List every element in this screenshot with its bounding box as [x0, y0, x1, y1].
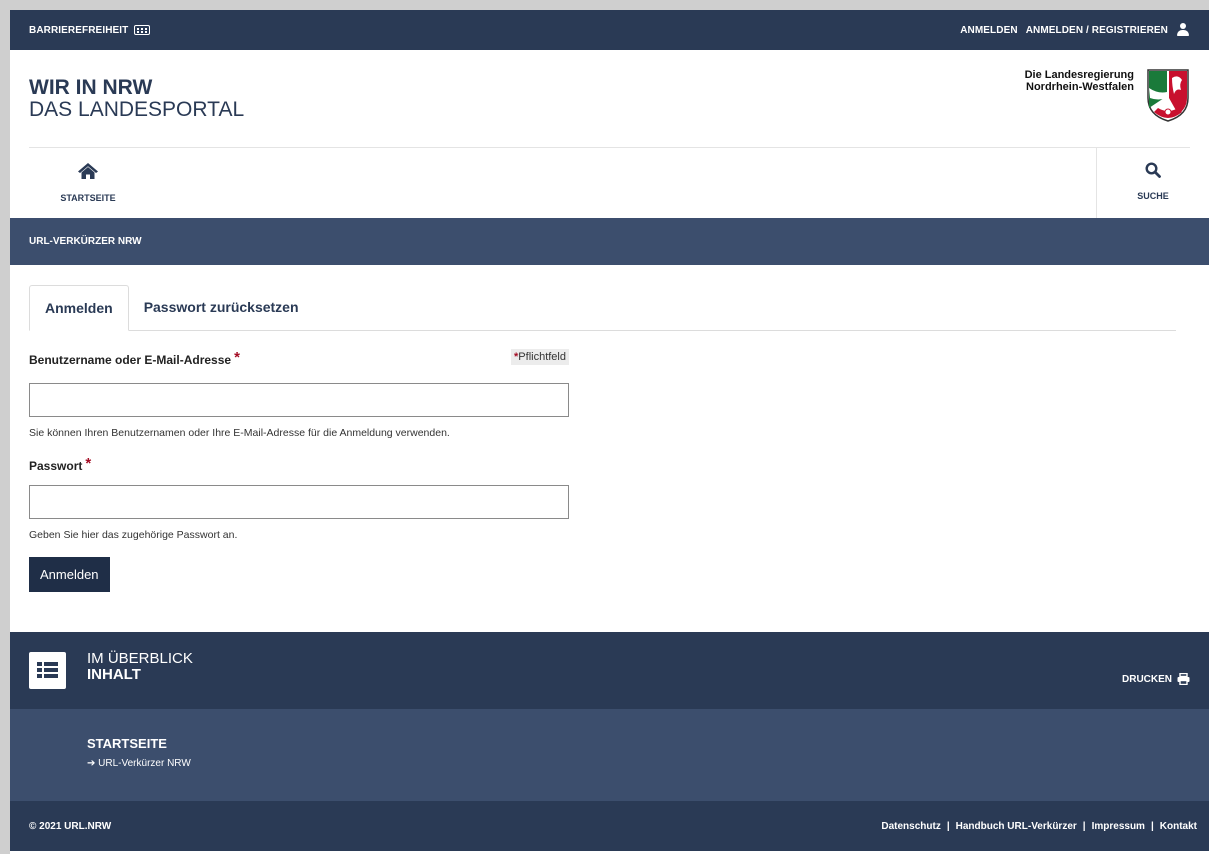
accessibility-label: BARRIEREFREIHEIT: [29, 24, 129, 36]
overview-bar: IM ÜBERBLICK INHALT DRUCKEN: [10, 632, 1209, 709]
overview-heading[interactable]: IM ÜBERBLICK INHALT: [87, 651, 193, 683]
home-icon: [78, 163, 98, 179]
tab-bar: Anmelden Passwort zurücksetzen: [29, 285, 1176, 331]
username-label: Benutzername oder E-Mail-Adresse: [29, 353, 232, 367]
government-logo[interactable]: Die Landesregierung Nordrhein-Westfalen: [1025, 68, 1190, 122]
login-button[interactable]: Anmelden: [29, 557, 110, 592]
printer-icon: [1177, 673, 1190, 685]
site-logo[interactable]: WIR IN NRW DAS LANDESPORTAL: [29, 77, 244, 121]
footer-link-impressum[interactable]: Impressum: [1092, 821, 1145, 832]
nav-home-label: STARTSEITE: [60, 193, 116, 203]
top-bar: BARRIEREFREIHEIT ANMELDEN ANMELDEN / REG…: [10, 10, 1209, 50]
nav-search[interactable]: SUCHE: [1096, 148, 1209, 218]
main-content: Anmelden Passwort zurücksetzen Benutzern…: [10, 265, 1209, 632]
tab-reset-password[interactable]: Passwort zurücksetzen: [129, 285, 314, 331]
footer-separator: |: [946, 820, 950, 832]
required-marker: *: [234, 349, 240, 366]
footer: © 2021 URL.NRW Datenschutz | Handbuch URL-…: [10, 801, 1209, 851]
username-input[interactable]: [29, 383, 569, 417]
breadcrumb: URL-VERKÜRZER NRW: [10, 218, 1209, 265]
footer-separator: |: [1082, 820, 1086, 832]
footer-link-handbuch[interactable]: Handbuch URL-Verkürzer: [956, 821, 1077, 832]
accessibility-link[interactable]: BARRIEREFREIHEIT: [29, 24, 151, 36]
print-label: DRUCKEN: [1122, 673, 1172, 685]
search-icon: [1145, 162, 1161, 178]
nrw-crest-icon: [1147, 69, 1189, 122]
brand-line1: WIR IN NRW: [29, 76, 153, 99]
arrow-right-icon: ➔: [87, 758, 96, 769]
site-header: WIR IN NRW DAS LANDESPORTAL Die Landesre…: [29, 50, 1190, 148]
sitemap: STARTSEITE ➔ URL-Verkürzer NRW: [10, 709, 1209, 801]
password-input[interactable]: [29, 485, 569, 519]
page: BARRIEREFREIHEIT ANMELDEN ANMELDEN / REG…: [10, 10, 1209, 854]
sitemap-item[interactable]: ➔ URL-Verkürzer NRW: [87, 758, 1209, 769]
required-note-text: Pflichtfeld: [518, 351, 566, 363]
overview-line1: IM ÜBERBLICK: [87, 650, 193, 667]
overview-line2: INHALT: [87, 666, 141, 683]
sitemap-item-label: URL-Verkürzer NRW: [98, 758, 191, 769]
footer-separator: |: [1150, 820, 1154, 832]
table-of-contents-icon[interactable]: [29, 652, 66, 689]
keyboard-icon: [134, 25, 151, 35]
copyright: © 2021 URL.NRW: [29, 820, 112, 832]
nav-home[interactable]: STARTSEITE: [38, 162, 138, 203]
login-register-link[interactable]: ANMELDEN / REGISTRIEREN: [1026, 25, 1168, 36]
footer-links: Datenschutz | Handbuch URL-Verkürzer | Impre…: [881, 821, 1197, 832]
footer-link-kontakt[interactable]: Kontakt: [1160, 821, 1197, 832]
login-form: Benutzername oder E-Mail-Adresse * *Pfli…: [29, 349, 569, 592]
password-label: Passwort: [29, 459, 83, 473]
print-button[interactable]: DRUCKEN: [1122, 673, 1190, 685]
required-note: *Pflichtfeld: [511, 349, 569, 365]
main-nav: STARTSEITE SUCHE: [10, 148, 1209, 218]
government-line2: Nordrhein-Westfalen: [1026, 81, 1134, 93]
breadcrumb-title: URL-VERKÜRZER NRW: [29, 236, 142, 247]
password-label-row: Passwort *: [29, 455, 569, 473]
sitemap-heading[interactable]: STARTSEITE: [87, 736, 1209, 751]
required-marker: *: [85, 455, 92, 472]
username-help: Sie können Ihren Benutzernamen oder Ihre…: [29, 427, 450, 439]
government-line1: Die Landesregierung: [1024, 69, 1134, 81]
username-label-row: Benutzername oder E-Mail-Adresse *: [29, 349, 569, 367]
brand-line2: DAS LANDESPORTAL: [29, 98, 245, 121]
tab-login[interactable]: Anmelden: [29, 285, 129, 331]
footer-link-datenschutz[interactable]: Datenschutz: [881, 821, 940, 832]
user-icon[interactable]: [1176, 23, 1190, 37]
login-link[interactable]: ANMELDEN: [960, 25, 1017, 36]
nav-search-label: SUCHE: [1137, 191, 1169, 201]
password-help: Geben Sie hier das zugehörige Passwort a…: [29, 529, 238, 541]
